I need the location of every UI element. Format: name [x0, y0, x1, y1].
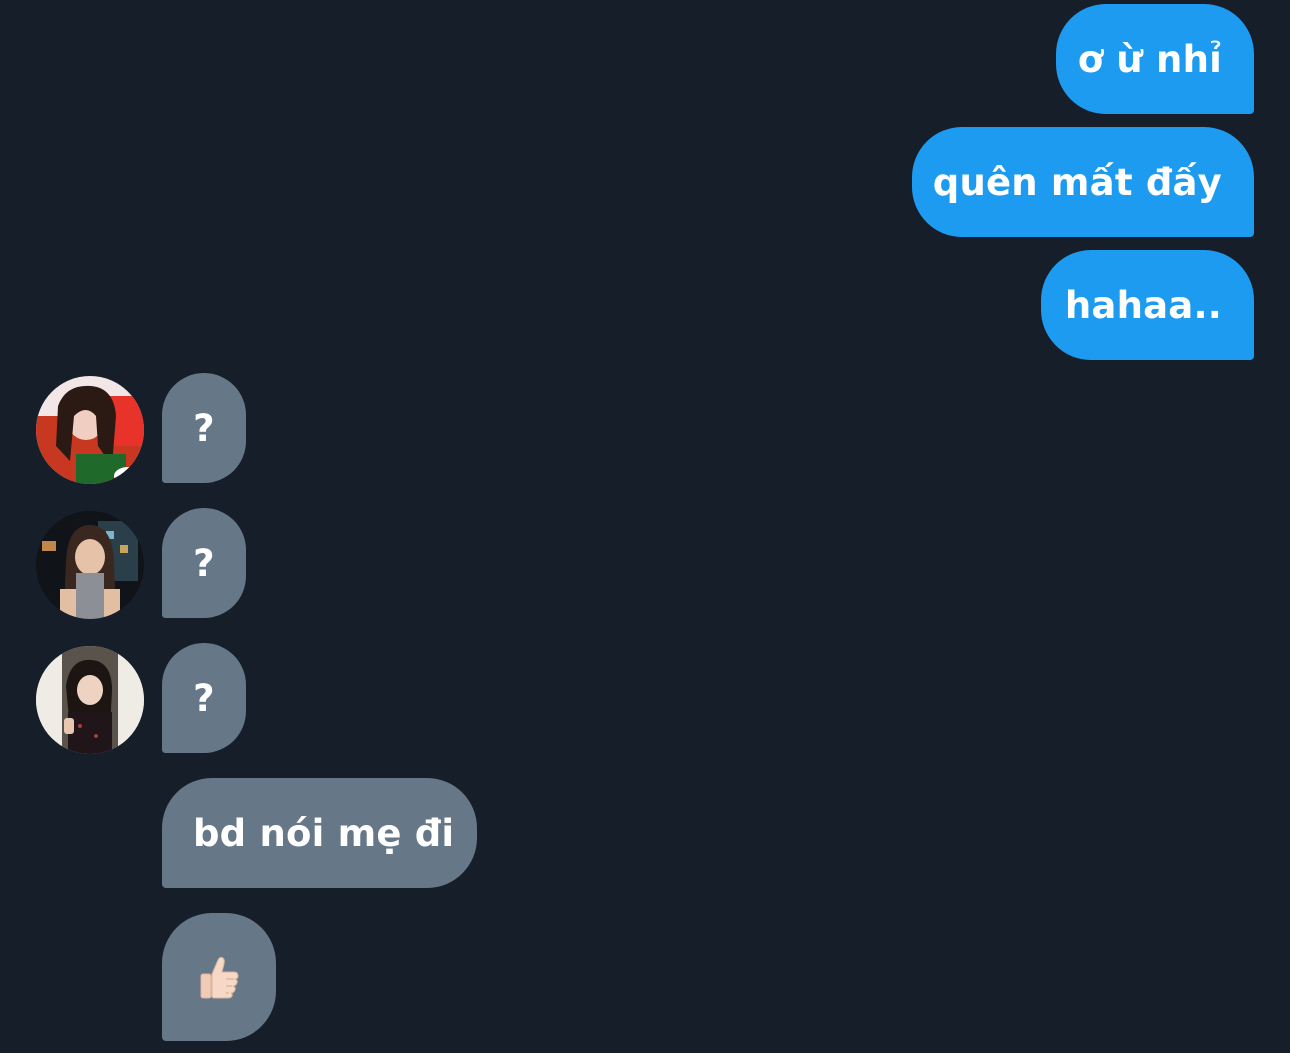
message-bubble-outgoing[interactable]: ơ ừ nhỉ	[1056, 4, 1254, 114]
avatar[interactable]	[36, 511, 144, 619]
message-text: ?	[193, 676, 215, 720]
message-text: hahaa..	[1064, 283, 1222, 327]
message-bubble-incoming[interactable]: ?	[162, 508, 246, 618]
message-text: bd nói mẹ đi	[193, 811, 455, 855]
message-bubble-incoming[interactable]: ?	[162, 643, 246, 753]
message-bubble-incoming[interactable]: ?	[162, 373, 246, 483]
message-text: ơ ừ nhỉ	[1077, 37, 1222, 81]
avatar[interactable]	[36, 646, 144, 754]
avatar-photo-3	[36, 646, 144, 754]
message-bubble-incoming[interactable]	[162, 913, 276, 1041]
message-bubble-outgoing[interactable]: hahaa..	[1041, 250, 1254, 360]
message-text: ?	[193, 406, 215, 450]
conversation-thread: ơ ừ nhỉ quên mất đấy hahaa.. ? ? ? bd nó…	[0, 0, 1290, 1053]
message-bubble-incoming[interactable]: bd nói mẹ đi	[162, 778, 477, 888]
avatar[interactable]	[36, 376, 144, 484]
avatar-photo-1	[36, 376, 144, 484]
message-bubble-outgoing[interactable]: quên mất đấy	[912, 127, 1254, 237]
avatar-photo-2	[36, 511, 144, 619]
thumbs-up-icon	[196, 954, 242, 1000]
message-text: quên mất đấy	[932, 160, 1222, 204]
message-text: ?	[193, 541, 215, 585]
